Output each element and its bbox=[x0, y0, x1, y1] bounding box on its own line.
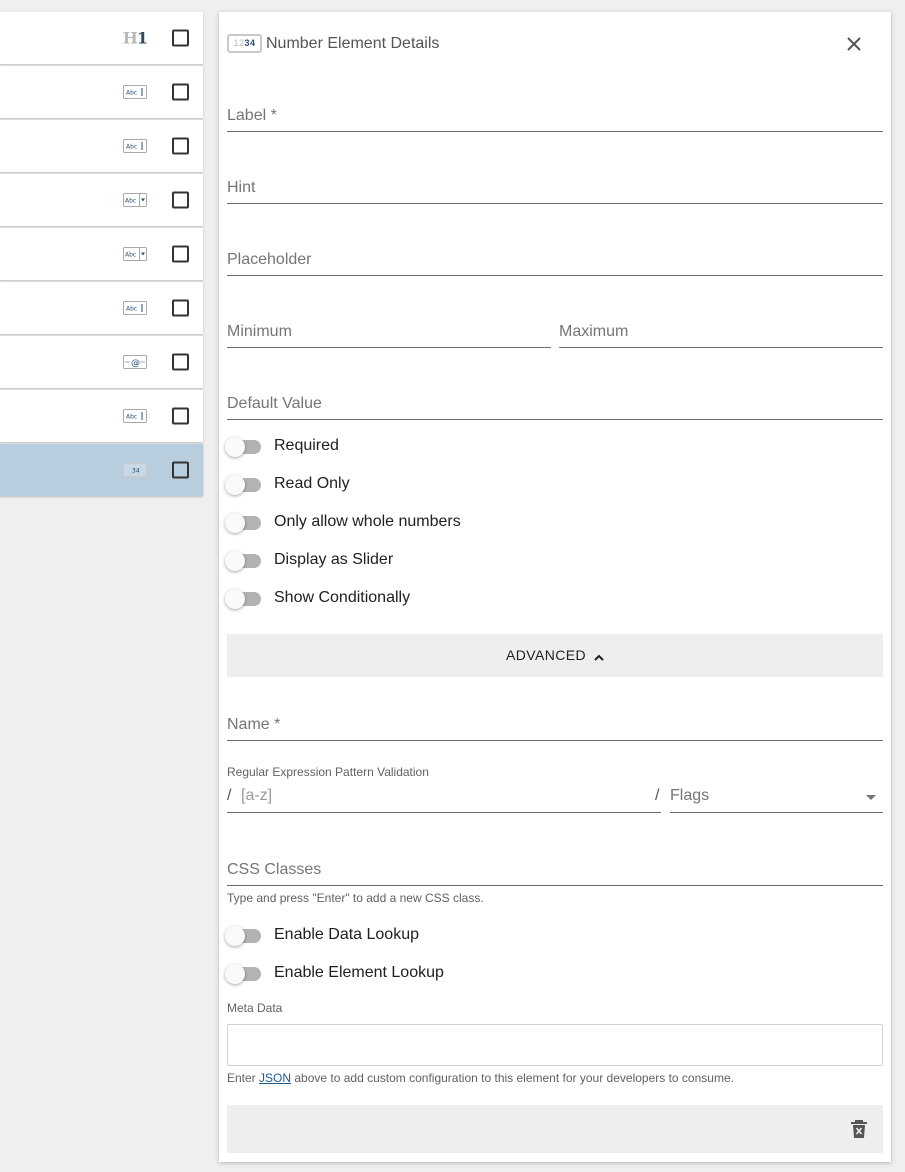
select-field-icon: Abc bbox=[123, 247, 147, 261]
svg-text:Abc: Abc bbox=[126, 414, 137, 421]
row-checkbox[interactable] bbox=[172, 83, 189, 101]
text-field-icon: Abc bbox=[123, 301, 147, 315]
text-field-icon: Abc bbox=[123, 409, 147, 423]
label-field[interactable]: Label * bbox=[227, 92, 883, 132]
list-item[interactable]: Abc bbox=[0, 174, 203, 226]
text-field-icon: Abc bbox=[123, 85, 147, 99]
row-checkbox[interactable] bbox=[172, 245, 189, 263]
hint-field[interactable]: Hint bbox=[227, 164, 883, 204]
row-checkbox[interactable] bbox=[172, 299, 189, 317]
default-value-field[interactable]: Default Value bbox=[227, 380, 883, 420]
email-field-icon: @ bbox=[123, 355, 147, 369]
heading-icon: H1 bbox=[122, 28, 148, 48]
trash-icon[interactable] bbox=[849, 1118, 869, 1140]
element-lookup-toggle[interactable] bbox=[225, 964, 263, 984]
row-checkbox[interactable] bbox=[172, 29, 189, 47]
list-item-selected[interactable]: 34 bbox=[0, 444, 203, 496]
list-item[interactable]: Abc bbox=[0, 120, 203, 172]
slider-toggle[interactable] bbox=[225, 551, 263, 571]
placeholder-field[interactable]: Placeholder bbox=[227, 236, 883, 276]
data-lookup-toggle[interactable] bbox=[225, 926, 263, 946]
css-classes-field[interactable]: CSS Classes bbox=[227, 846, 883, 886]
name-field[interactable]: Name * bbox=[227, 701, 883, 741]
maximum-field[interactable]: Maximum bbox=[559, 308, 883, 348]
svg-text:Abc: Abc bbox=[125, 198, 136, 205]
panel-header: 1234 Number Element Details bbox=[227, 34, 883, 56]
list-item[interactable]: @ bbox=[0, 336, 203, 388]
number-element-icon: 1234 bbox=[227, 34, 262, 53]
list-item[interactable]: Abc bbox=[0, 66, 203, 118]
panel-title: Number Element Details bbox=[266, 35, 440, 52]
meta-data-label: Meta Data bbox=[227, 1001, 283, 1015]
select-field-icon: Abc bbox=[123, 193, 147, 207]
row-checkbox[interactable] bbox=[172, 353, 189, 371]
panel-footer bbox=[227, 1105, 883, 1153]
number-field-icon: 34 bbox=[123, 463, 147, 477]
conditional-toggle[interactable] bbox=[225, 589, 263, 609]
regex-field: / bbox=[227, 782, 661, 813]
dropdown-arrow-icon bbox=[866, 795, 876, 800]
element-list: H1 Abc Abc Abc Abc Abc @ Abc 34 bbox=[0, 12, 203, 498]
minimum-field[interactable]: Minimum bbox=[227, 308, 551, 348]
read-only-toggle[interactable] bbox=[225, 475, 263, 495]
flags-select[interactable]: Flags bbox=[670, 782, 883, 813]
svg-text:Abc: Abc bbox=[126, 90, 137, 97]
regex-input[interactable] bbox=[241, 784, 651, 808]
row-checkbox[interactable] bbox=[172, 461, 189, 479]
advanced-label: ADVANCED bbox=[506, 647, 586, 663]
row-checkbox[interactable] bbox=[172, 137, 189, 155]
required-toggle[interactable] bbox=[225, 437, 263, 457]
whole-numbers-toggle[interactable] bbox=[225, 513, 263, 533]
svg-text:Abc: Abc bbox=[126, 144, 137, 151]
meta-data-hint: Enter JSON above to add custom configura… bbox=[227, 1071, 734, 1085]
svg-text:34: 34 bbox=[132, 468, 140, 475]
svg-text:Abc: Abc bbox=[125, 252, 136, 259]
css-classes-hint: Type and press "Enter" to add a new CSS … bbox=[227, 891, 484, 905]
regex-label: Regular Expression Pattern Validation bbox=[227, 765, 429, 779]
svg-text:Abc: Abc bbox=[126, 306, 137, 313]
list-item[interactable]: Abc bbox=[0, 282, 203, 334]
meta-data-input[interactable] bbox=[227, 1024, 883, 1066]
svg-text:@: @ bbox=[131, 359, 140, 369]
row-checkbox[interactable] bbox=[172, 407, 189, 425]
text-field-icon: Abc bbox=[123, 139, 147, 153]
list-item[interactable]: Abc bbox=[0, 390, 203, 442]
advanced-toggle-button[interactable]: ADVANCED bbox=[227, 634, 883, 677]
json-link[interactable]: JSON bbox=[259, 1071, 291, 1085]
chevron-up-icon bbox=[594, 654, 604, 661]
element-details-panel: 1234 Number Element Details Label * Hint… bbox=[219, 12, 891, 1162]
close-icon[interactable] bbox=[841, 31, 867, 57]
row-checkbox[interactable] bbox=[172, 191, 189, 209]
list-item[interactable]: H1 bbox=[0, 12, 203, 64]
list-item[interactable]: Abc bbox=[0, 228, 203, 280]
